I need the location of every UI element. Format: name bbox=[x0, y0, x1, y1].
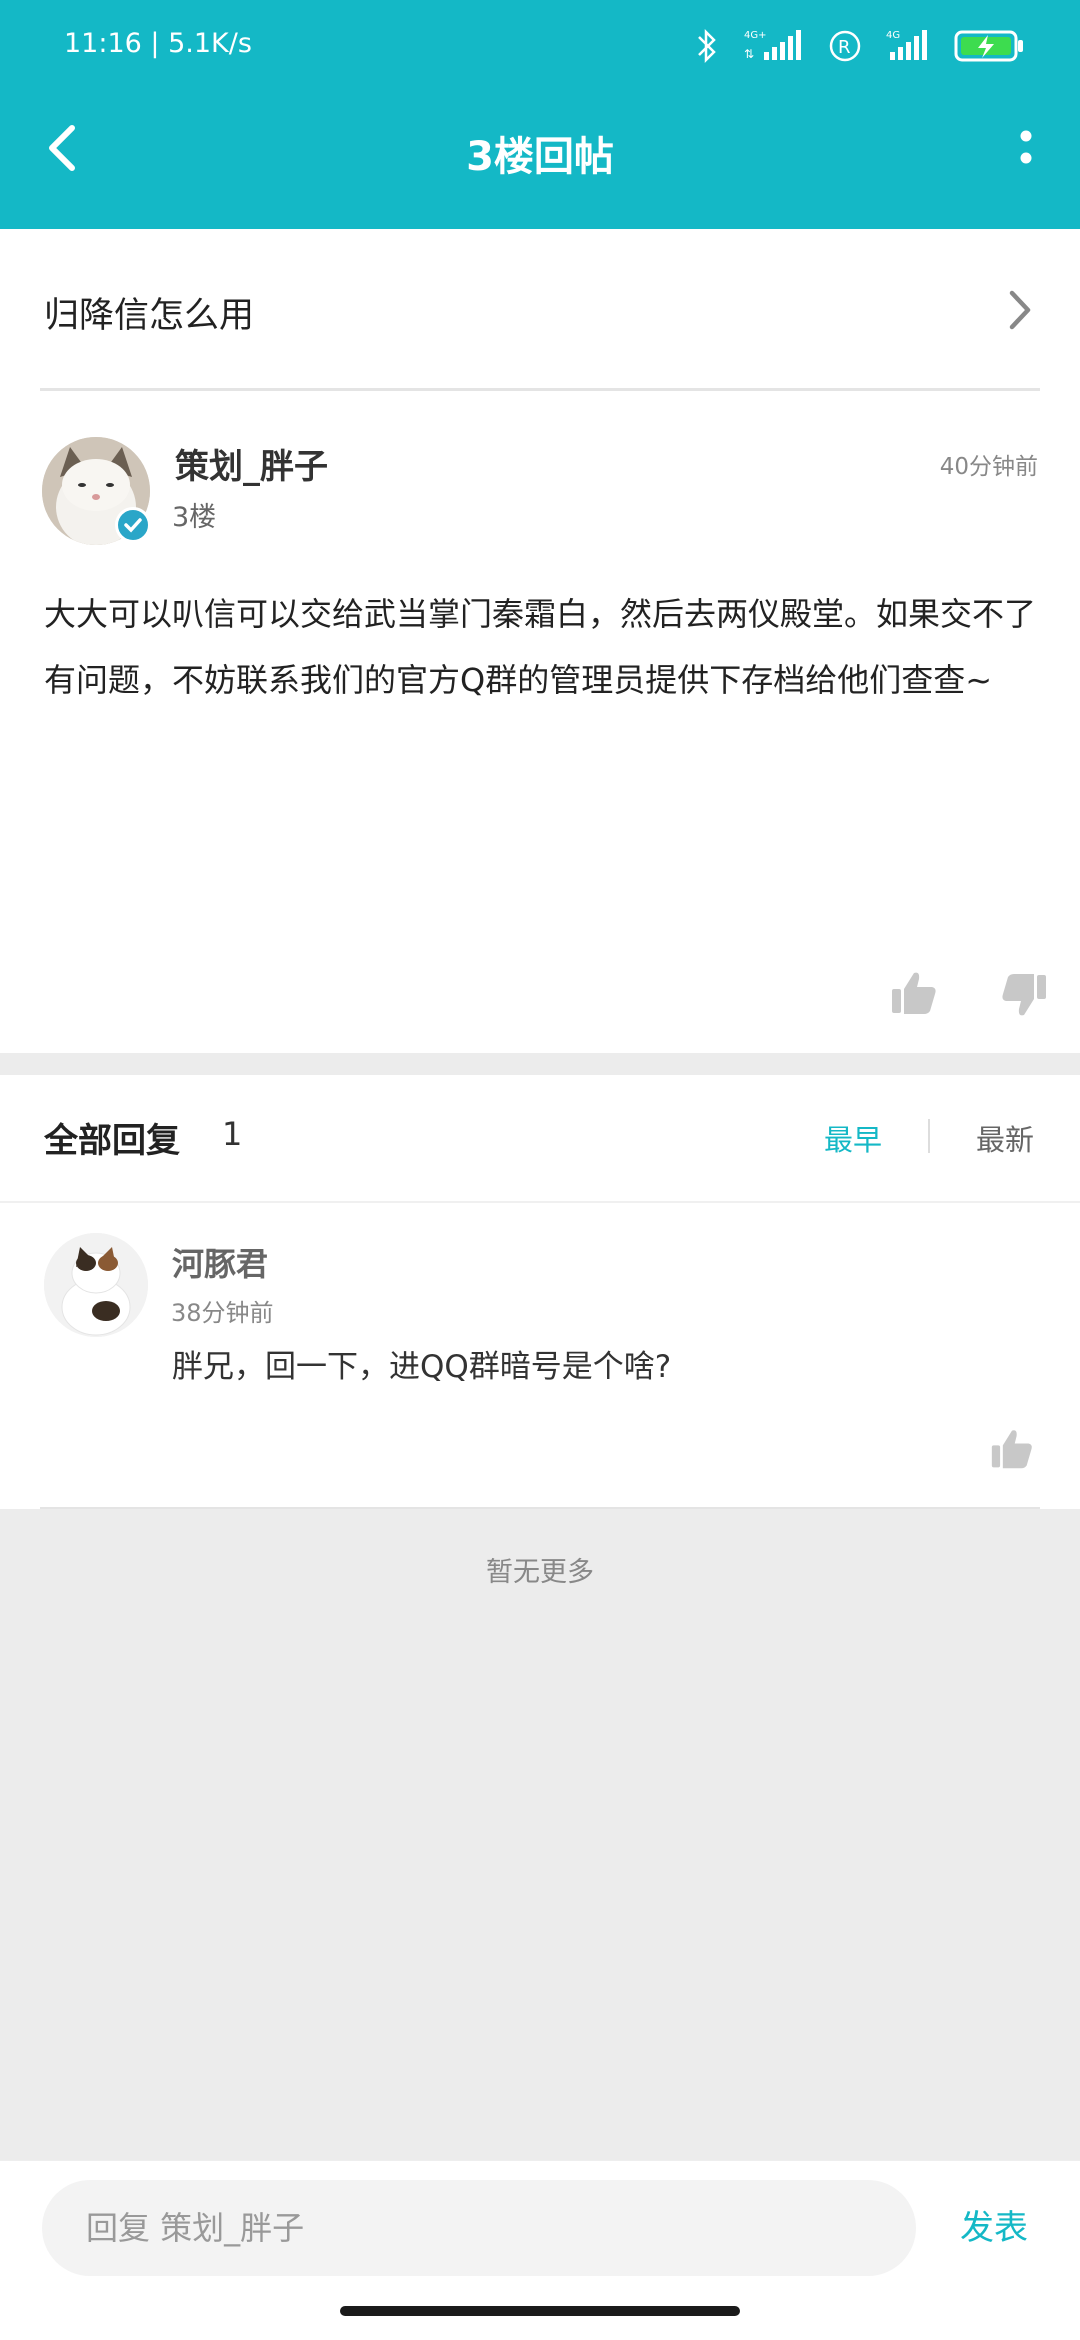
signal-4g-plus-icon: 4G+ ⇅ bbox=[742, 28, 804, 64]
top-bar: 11:16 | 5.1K/s 4G+ ⇅ R 4G 3楼回帖 bbox=[0, 0, 1080, 229]
signal-4g-icon: 4G bbox=[886, 28, 930, 64]
post-author-name[interactable]: 策划_胖子 bbox=[175, 439, 328, 488]
floor-label: 3楼 bbox=[172, 502, 217, 533]
cat-avatar-icon bbox=[44, 1233, 148, 1337]
svg-text:4G: 4G bbox=[886, 30, 900, 41]
floor-post: 策划_胖子 3楼 40分钟前 大大可以叭信可以交给武当掌门秦霜白，然后去两仪殿堂… bbox=[0, 391, 1080, 1053]
replies-header: 全部回复 1 最早 最新 bbox=[0, 1075, 1080, 1201]
post-content: 大大可以叭信可以交给武当掌门秦霜白，然后去两仪殿堂。如果交不了有问题，不妨联系我… bbox=[44, 595, 1037, 699]
no-more-text: 暂无更多 bbox=[486, 1557, 594, 1588]
thumbs-up-icon bbox=[892, 972, 936, 1014]
reply-timestamp: 38分钟前 bbox=[171, 1299, 274, 1327]
chevron-right-icon bbox=[1009, 290, 1031, 330]
thumbs-up-icon bbox=[991, 1430, 1032, 1469]
more-vertical-icon bbox=[1020, 130, 1032, 164]
send-button[interactable]: 发表 bbox=[960, 2200, 1028, 2249]
reply-content: 胖兄，回一下，进QQ群暗号是个啥? bbox=[172, 1349, 672, 1385]
status-time: 11:16 bbox=[64, 28, 142, 59]
more-options-button[interactable] bbox=[1006, 118, 1046, 178]
svg-text:4G+: 4G+ bbox=[744, 30, 767, 41]
post-timestamp: 40分钟前 bbox=[939, 454, 1038, 480]
status-icons: 4G+ ⇅ R 4G bbox=[696, 26, 1024, 66]
divider bbox=[928, 1119, 930, 1153]
replies-count: 1 bbox=[222, 1115, 243, 1153]
divider bbox=[0, 2160, 1080, 2161]
reply-detail-screen: 11:16 | 5.1K/s 4G+ ⇅ R 4G 3楼回帖 归降信怎么用 策划… bbox=[0, 0, 1080, 2340]
divider bbox=[40, 1507, 1040, 1509]
roaming-icon: R bbox=[828, 29, 862, 63]
network-speed: 5.1K/s bbox=[168, 28, 252, 59]
dislike-button[interactable] bbox=[1000, 971, 1048, 1019]
svg-text:R: R bbox=[838, 37, 851, 58]
reply-like-button[interactable] bbox=[990, 1427, 1034, 1471]
replies-title: 全部回复 bbox=[44, 1121, 180, 1161]
battery-charging-icon bbox=[954, 29, 1024, 63]
page-title: 3楼回帖 bbox=[466, 134, 614, 180]
svg-text:⇅: ⇅ bbox=[744, 47, 754, 61]
reply-author-name[interactable]: 河豚君 bbox=[172, 1239, 268, 1285]
thread-title: 归降信怎么用 bbox=[44, 296, 255, 336]
sort-newest-tab[interactable]: 最新 bbox=[976, 1117, 1034, 1159]
reply-item: 河豚君 38分钟前 胖兄，回一下，进QQ群暗号是个啥? bbox=[0, 1201, 1080, 1509]
verified-badge-icon bbox=[115, 507, 151, 543]
like-button[interactable] bbox=[890, 969, 938, 1017]
thumbs-down-icon bbox=[1002, 974, 1046, 1016]
sort-earliest-tab[interactable]: 最早 bbox=[824, 1117, 882, 1159]
status-bar-text: 11:16 | 5.1K/s bbox=[64, 28, 252, 59]
home-indicator[interactable] bbox=[340, 2306, 740, 2316]
thread-link[interactable]: 归降信怎么用 bbox=[0, 229, 1080, 391]
reply-input[interactable] bbox=[42, 2180, 916, 2276]
avatar[interactable] bbox=[44, 1233, 148, 1337]
bluetooth-icon bbox=[696, 28, 718, 64]
